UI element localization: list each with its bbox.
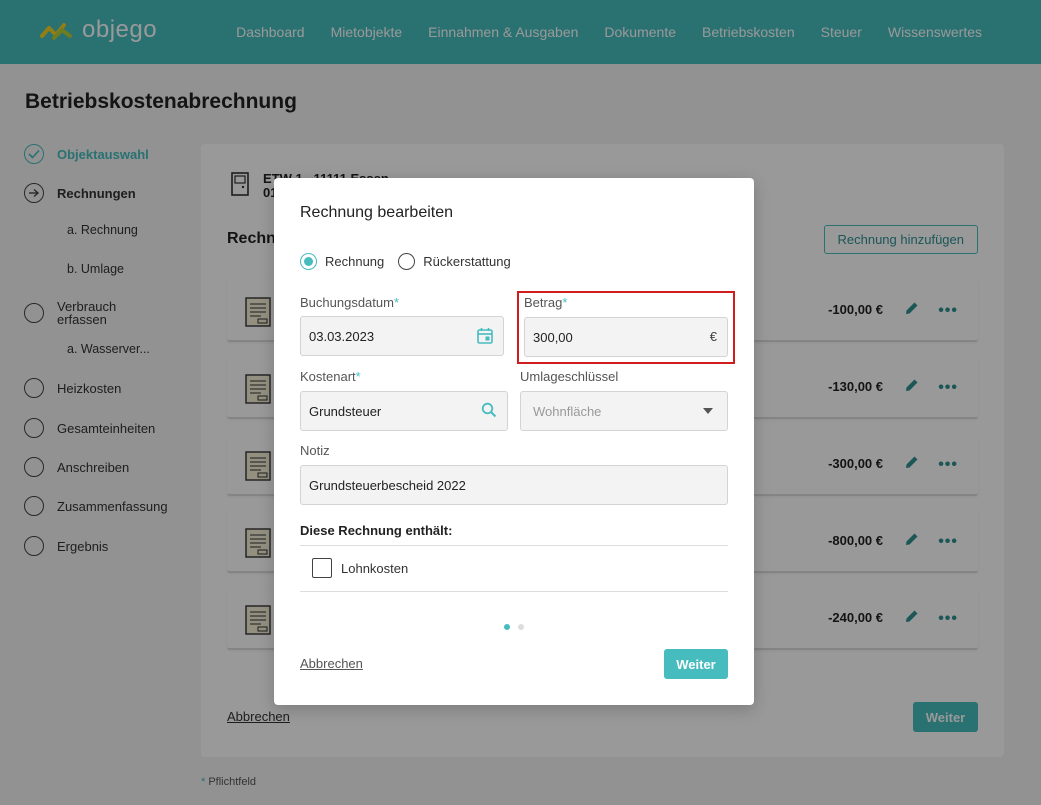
divider [300,591,728,592]
modal-next-button[interactable]: Weiter [664,649,728,679]
lohnkosten-checkbox-row[interactable]: Lohnkosten [312,558,408,578]
search-icon[interactable] [481,402,497,418]
lohnkosten-checkbox[interactable] [312,558,332,578]
allocation-key-value: Wohnfläche [533,403,602,419]
amount-input[interactable]: 300,00 € [524,317,728,357]
radio-label: Rückerstattung [423,254,511,269]
modal-cancel-link[interactable]: Abbrechen [300,656,363,671]
booking-date-value: 03.03.2023 [309,328,375,344]
required-star: * [393,295,400,310]
booking-date-field[interactable]: 03.03.2023 [300,316,504,356]
contains-label: Diese Rechnung enthält: [300,523,453,538]
required-star: * [355,369,361,384]
invoice-type-radio-group: Rechnung Rückerstattung [300,253,525,270]
field-label-text: Buchungsdatum [300,295,394,310]
cost-type-value: Grundsteuer [309,403,382,419]
cost-type-label: Kostenart* [300,369,361,384]
currency-symbol: € [709,329,717,344]
pagination-dots [504,624,524,630]
allocation-key-select[interactable]: Wohnfläche [520,391,728,431]
cost-type-search-field[interactable]: Grundsteuer [300,391,508,431]
required-star: * [562,295,568,310]
calendar-icon[interactable] [477,327,493,344]
radio-selected-icon [300,253,317,270]
radio-rueckerstattung[interactable]: Rückerstattung [398,253,511,270]
note-input[interactable]: Grundsteuerbescheid 2022 [300,465,728,505]
field-label-text: Betrag [524,295,563,310]
field-label-text: Kostenart [300,369,356,384]
booking-date-label: Buchungsdatum* [300,295,399,310]
page-dot[interactable] [518,624,524,630]
amount-label: Betrag* [524,295,567,310]
modal-title: Rechnung bearbeiten [300,204,454,221]
note-value: Grundsteuerbescheid 2022 [309,477,466,493]
checkbox-label: Lohnkosten [341,560,409,576]
page-dot-active[interactable] [504,624,510,630]
radio-label: Rechnung [325,254,385,269]
edit-invoice-modal: Rechnung bearbeiten Rechnung Rückerstatt… [274,178,754,705]
radio-rechnung[interactable]: Rechnung [300,253,384,270]
chevron-down-icon [703,408,713,414]
allocation-key-label: Umlageschlüssel [520,369,619,384]
radio-empty-icon [398,253,416,270]
amount-value: 300,00 [533,329,573,345]
note-label: Notiz [300,443,330,458]
divider [300,545,728,546]
